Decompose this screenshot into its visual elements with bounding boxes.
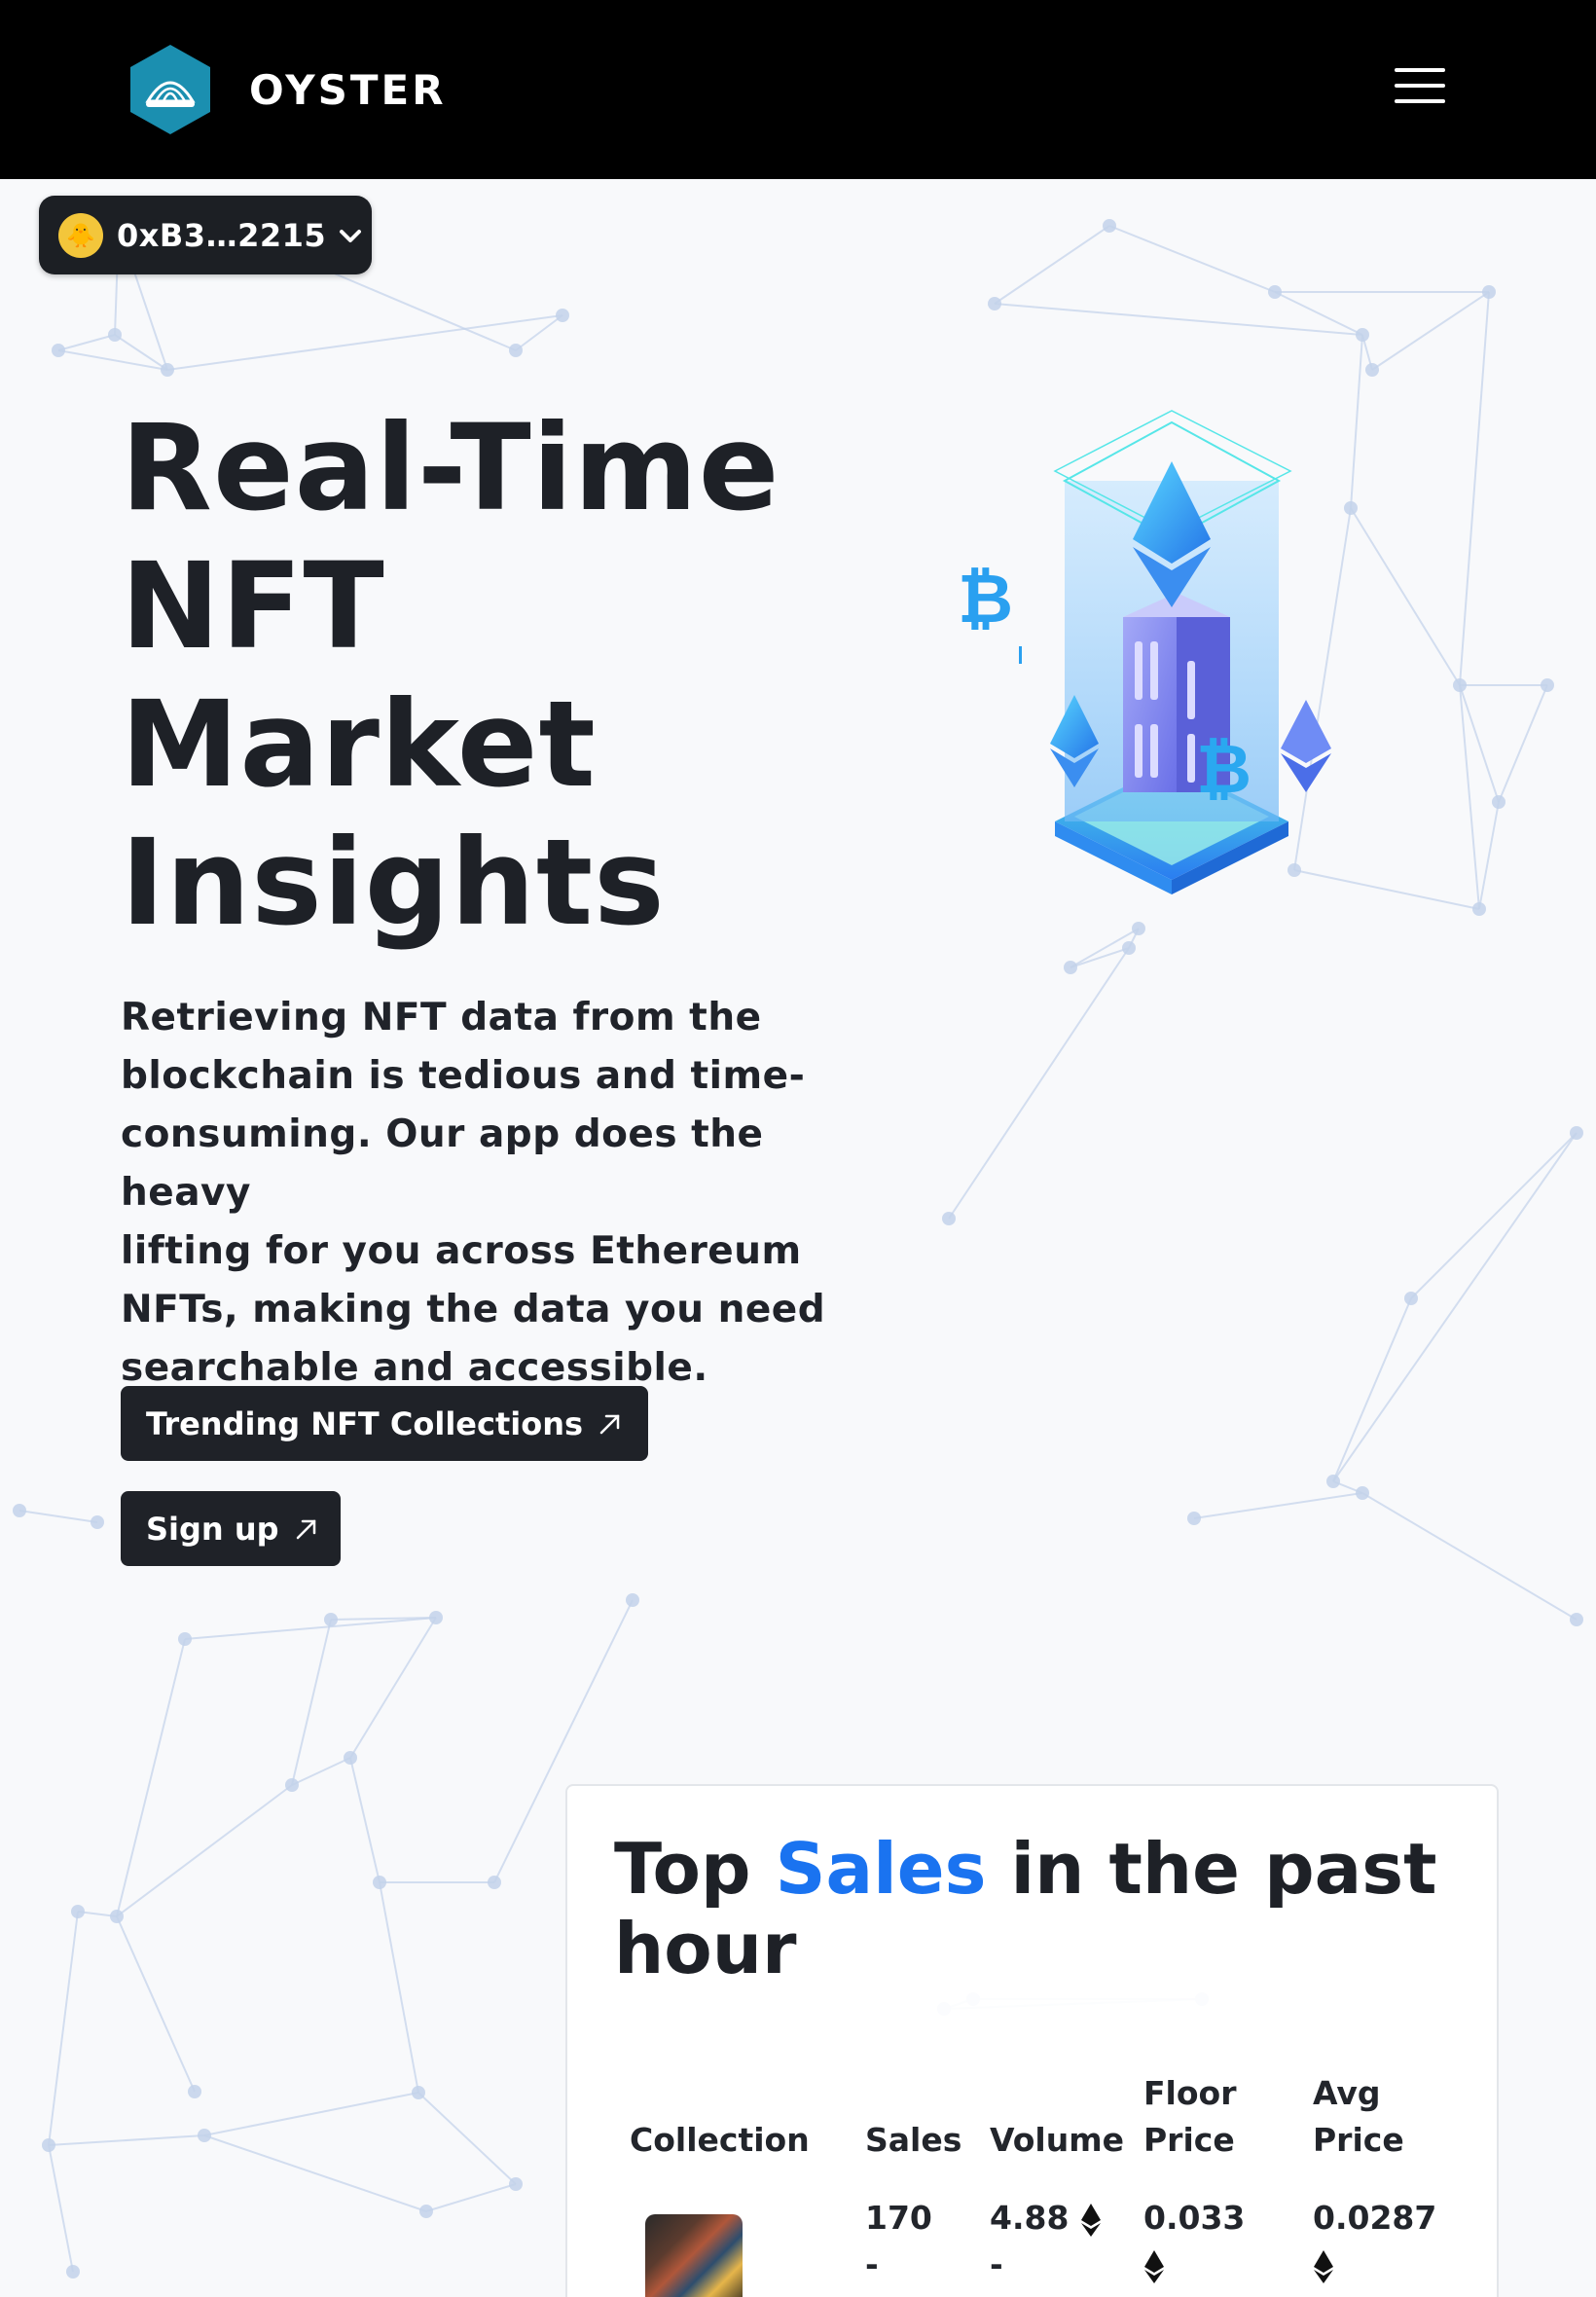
top-sales-card: Top Sales in the past hour Collection Sa… <box>565 1784 1499 2297</box>
hero-description-line: blockchain is tedious and time- <box>121 1054 806 1098</box>
hero-title-line: Real-Time <box>121 399 780 537</box>
sign-up-label: Sign up <box>146 1510 279 1548</box>
chevron-down-icon <box>340 229 362 242</box>
avg-price-header-line: Price <box>1313 2121 1404 2159</box>
hero-title-line: Market <box>121 675 597 814</box>
sales-dash: - <box>865 2245 879 2283</box>
sales-title-prefix: Top <box>614 1828 776 1910</box>
hero-title: Real-Time NFT Market Insights <box>121 399 860 952</box>
top-navigation-bar: OYSTER <box>0 0 1596 179</box>
sign-up-button[interactable]: Sign up <box>121 1491 341 1566</box>
floor-price-header-line: Price <box>1143 2121 1235 2159</box>
volume-dash: - <box>990 2245 1003 2283</box>
column-header-volume[interactable]: Volume <box>990 2117 1124 2164</box>
arrow-up-right-icon <box>599 1414 620 1434</box>
volume-cell: 4.88 - <box>990 2195 1102 2288</box>
eth-icon <box>1144 2249 1164 2283</box>
trending-collections-label: Trending NFT Collections <box>146 1404 584 1442</box>
avg-price-header-line: Avg <box>1313 2074 1381 2112</box>
brand-name: OYSTER <box>249 65 447 114</box>
oyster-logo-icon <box>130 45 210 134</box>
volume-value: 4.88 <box>990 2199 1070 2237</box>
column-header-collection[interactable]: Collection <box>630 2117 810 2164</box>
avg-price-cell: 0.0287 <box>1313 2195 1436 2288</box>
hero-description-line: lifting for you across Ethereum <box>121 1229 802 1273</box>
svg-text:₿: ₿ <box>958 559 1013 638</box>
hero-title-line: NFT <box>121 537 385 675</box>
sales-cell: 170 - <box>865 2195 932 2288</box>
sales-title-accent: Sales <box>775 1828 987 1910</box>
collection-thumbnail[interactable] <box>645 2214 743 2297</box>
crypto-server-illustration: ₿ ₿ <box>958 410 1331 894</box>
column-header-avg-price[interactable]: Avg Price <box>1313 2070 1404 2164</box>
brand-link[interactable]: OYSTER <box>127 43 447 136</box>
eth-icon <box>1080 2203 1101 2237</box>
hero-description-line: Retrieving NFT data from the <box>121 996 762 1039</box>
trending-collections-button[interactable]: Trending NFT Collections <box>121 1386 648 1461</box>
eth-icon <box>1314 2249 1333 2283</box>
floor-price-value: 0.033 <box>1143 2199 1246 2237</box>
hero-description-line: NFTs, making the data you need <box>121 1288 826 1331</box>
sales-title-suffix: in the past <box>986 1828 1437 1910</box>
hero-title-line: Insights <box>121 814 666 952</box>
svg-text:₿: ₿ <box>1196 729 1251 809</box>
wallet-account-button[interactable]: 🐥 0xB3…2215 <box>39 196 372 274</box>
arrow-up-right-icon <box>296 1519 315 1539</box>
sales-title-line2: hour <box>614 1908 797 1989</box>
top-sales-title: Top Sales in the past hour <box>614 1829 1470 1988</box>
hero-description: Retrieving NFT data from the blockchain … <box>121 989 899 1398</box>
column-header-floor-price[interactable]: Floor Price <box>1143 2070 1236 2164</box>
column-header-sales[interactable]: Sales <box>865 2117 961 2164</box>
floor-price-header-line: Floor <box>1143 2074 1237 2112</box>
floor-price-cell: 0.033 <box>1143 2195 1245 2288</box>
hamburger-menu-icon[interactable] <box>1395 68 1445 107</box>
hero-description-line: consuming. Our app does the heavy <box>121 1112 764 1215</box>
duck-avatar-icon: 🐥 <box>58 212 103 258</box>
avg-price-value: 0.0287 <box>1313 2199 1437 2237</box>
sales-value: 170 <box>865 2199 932 2237</box>
wallet-address: 0xB3…2215 <box>117 216 327 254</box>
